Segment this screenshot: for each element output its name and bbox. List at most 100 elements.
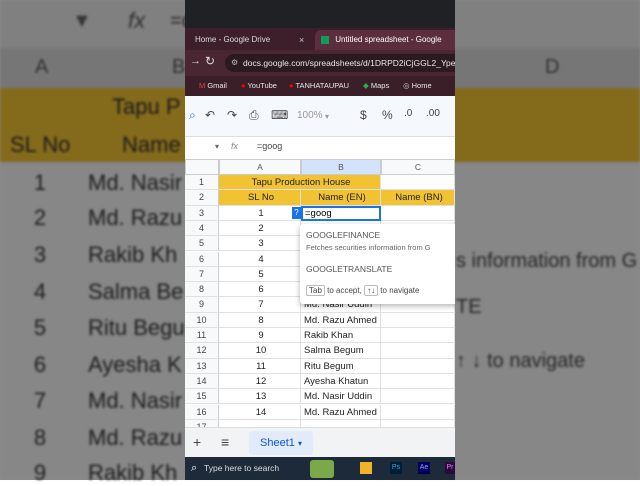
cell-name-bn[interactable] bbox=[381, 343, 455, 359]
cell-sl-no[interactable]: 6 bbox=[219, 282, 301, 298]
undo-icon[interactable]: ↶ bbox=[205, 108, 215, 122]
reload-icon[interactable]: ↻ bbox=[205, 54, 215, 68]
cell-name-bn[interactable] bbox=[381, 358, 455, 374]
weather-widget-icon[interactable] bbox=[310, 460, 334, 478]
tab-google-drive[interactable]: Home - Google Drive × bbox=[185, 30, 323, 50]
suggestion-description: Fetches securities information from G bbox=[306, 243, 431, 252]
row-header[interactable]: 5 bbox=[185, 236, 219, 252]
column-header-a[interactable]: A bbox=[219, 159, 301, 175]
cell-name-bn[interactable] bbox=[381, 328, 455, 344]
formula-help-badge[interactable]: ? bbox=[292, 207, 301, 219]
cell-sl-no[interactable]: 4 bbox=[219, 251, 301, 267]
row-header[interactable]: 13 bbox=[185, 358, 219, 374]
search-icon[interactable]: ⌕ bbox=[191, 462, 197, 475]
cell-name-en[interactable]: Md. Razu Ahmed bbox=[301, 312, 381, 328]
header-cell-name-en[interactable]: Name (EN) bbox=[301, 190, 381, 206]
bookmark-home[interactable]: ◎ Home bbox=[403, 81, 432, 90]
column-header-c[interactable]: C bbox=[381, 159, 455, 175]
dim-overlay-left bbox=[0, 0, 185, 480]
close-icon[interactable]: × bbox=[299, 30, 304, 50]
photoshop-icon[interactable]: Ps bbox=[390, 462, 402, 474]
forward-icon[interactable]: → bbox=[190, 55, 201, 67]
after-effects-icon[interactable]: Ae bbox=[418, 462, 430, 474]
cell-sl-no[interactable]: 7 bbox=[219, 297, 301, 313]
cell-sl-no[interactable]: 1 bbox=[219, 205, 301, 221]
row-header[interactable]: 12 bbox=[185, 343, 219, 359]
cell-sl-no[interactable]: 2 bbox=[219, 220, 301, 237]
cell-name-bn[interactable] bbox=[381, 205, 455, 221]
print-icon[interactable]: ⎙ bbox=[249, 108, 259, 123]
row-header[interactable]: 15 bbox=[185, 389, 219, 405]
redo-icon[interactable]: ↷ bbox=[227, 108, 237, 122]
hint-accept: to accept, bbox=[327, 286, 362, 295]
header-cell-name-bn[interactable]: Name (BN) bbox=[381, 190, 455, 206]
bookmark-tanhataupau[interactable]: ● TANHATAUPAU bbox=[289, 81, 349, 90]
row-header[interactable]: 3 bbox=[185, 205, 219, 221]
row-header[interactable]: 10 bbox=[185, 312, 219, 328]
corner-cell[interactable] bbox=[185, 159, 219, 175]
site-info-icon[interactable]: ⚙ bbox=[231, 54, 238, 72]
tab-label: Home - Google Drive bbox=[195, 35, 271, 44]
row-header[interactable]: 11 bbox=[185, 328, 219, 344]
active-cell-text: =goog bbox=[305, 208, 332, 219]
header-cell-sl-no[interactable]: SL No bbox=[219, 190, 301, 206]
sheet-tab-sheet1[interactable]: Sheet1 ▾ bbox=[249, 431, 313, 455]
name-box-dropdown-icon[interactable]: ▾ bbox=[215, 142, 219, 151]
tab-untitled-spreadsheet[interactable]: Untitled spreadsheet - Google bbox=[315, 30, 455, 50]
url-field[interactable]: ⚙ docs.google.com/spreadsheets/d/1DRPD2i… bbox=[225, 54, 455, 72]
row-header[interactable]: 6 bbox=[185, 251, 219, 267]
cell-name-bn[interactable] bbox=[381, 312, 455, 328]
sheet-title-cell[interactable]: Tapu Production House bbox=[219, 175, 381, 191]
row-header[interactable]: 2 bbox=[185, 190, 219, 206]
increase-decimal-button[interactable]: .00 bbox=[426, 108, 440, 119]
cell-sl-no[interactable]: 9 bbox=[219, 328, 301, 344]
cell-name-en[interactable]: Ayesha Khatun bbox=[301, 373, 381, 390]
search-menus-icon[interactable]: ⌕ bbox=[189, 108, 196, 123]
active-cell-editor[interactable]: =goog bbox=[301, 206, 381, 221]
suggestion-googlefinance[interactable]: GOOGLEFINANCE bbox=[306, 230, 380, 240]
cell-sl-no[interactable]: 8 bbox=[219, 312, 301, 328]
decrease-decimal-button[interactable]: .0 bbox=[404, 108, 412, 119]
percent-button[interactable]: % bbox=[382, 108, 393, 122]
screen: Home - Google Drive × Untitled spreadshe… bbox=[185, 0, 455, 480]
row-header[interactable]: 9 bbox=[185, 297, 219, 313]
chevron-down-icon: ▾ bbox=[325, 112, 330, 121]
cell-sl-no[interactable]: 11 bbox=[219, 358, 301, 374]
cell-name-en[interactable]: Ritu Begum bbox=[301, 358, 381, 374]
formula-input[interactable]: =goog bbox=[257, 141, 282, 151]
taskbar-search-input[interactable]: Type here to search bbox=[204, 463, 279, 473]
cell-sl-no[interactable]: 12 bbox=[219, 373, 301, 390]
chevron-down-icon[interactable]: ▾ bbox=[298, 439, 302, 448]
cell-name-bn[interactable] bbox=[381, 404, 455, 420]
cell-name-bn[interactable] bbox=[381, 373, 455, 390]
bookmark-youtube[interactable]: ● YouTube bbox=[241, 81, 277, 90]
premiere-icon[interactable]: Pr bbox=[445, 462, 455, 474]
cell-name-en[interactable]: Md. Razu Ahmed bbox=[301, 404, 381, 420]
row-header[interactable]: 1 bbox=[185, 175, 219, 191]
cell-sl-no[interactable]: 14 bbox=[219, 404, 301, 420]
file-explorer-icon[interactable] bbox=[360, 462, 372, 474]
row-header[interactable]: 4 bbox=[185, 220, 219, 237]
bookmark-gmail[interactable]: M Gmail bbox=[199, 81, 227, 90]
paint-format-icon[interactable]: ⌨ bbox=[271, 108, 288, 122]
column-header-b[interactable]: B bbox=[301, 159, 381, 175]
maps-icon: ◆ bbox=[363, 81, 369, 90]
cell-sl-no[interactable]: 5 bbox=[219, 266, 301, 283]
bookmark-maps[interactable]: ◆ Maps bbox=[363, 81, 389, 90]
currency-button[interactable]: $ bbox=[360, 108, 367, 122]
row-header[interactable]: 8 bbox=[185, 282, 219, 298]
cell-sl-no[interactable]: 13 bbox=[219, 389, 301, 405]
cell-name-en[interactable]: Rakib Khan bbox=[301, 328, 381, 344]
add-sheet-button[interactable]: + bbox=[193, 434, 201, 450]
row-header[interactable]: 14 bbox=[185, 373, 219, 390]
cell-name-en[interactable]: Salma Begum bbox=[301, 343, 381, 359]
suggestion-googletranslate[interactable]: GOOGLETRANSLATE bbox=[306, 264, 392, 274]
cell-name-en[interactable]: Md. Nasir Uddin bbox=[301, 389, 381, 405]
cell-sl-no[interactable]: 3 bbox=[219, 236, 301, 252]
all-sheets-button[interactable]: ≡ bbox=[221, 434, 229, 450]
row-header[interactable]: 7 bbox=[185, 266, 219, 283]
cell-sl-no[interactable]: 10 bbox=[219, 343, 301, 359]
row-header[interactable]: 16 bbox=[185, 404, 219, 420]
cell-name-bn[interactable] bbox=[381, 389, 455, 405]
zoom-select[interactable]: 100% bbox=[297, 110, 323, 121]
